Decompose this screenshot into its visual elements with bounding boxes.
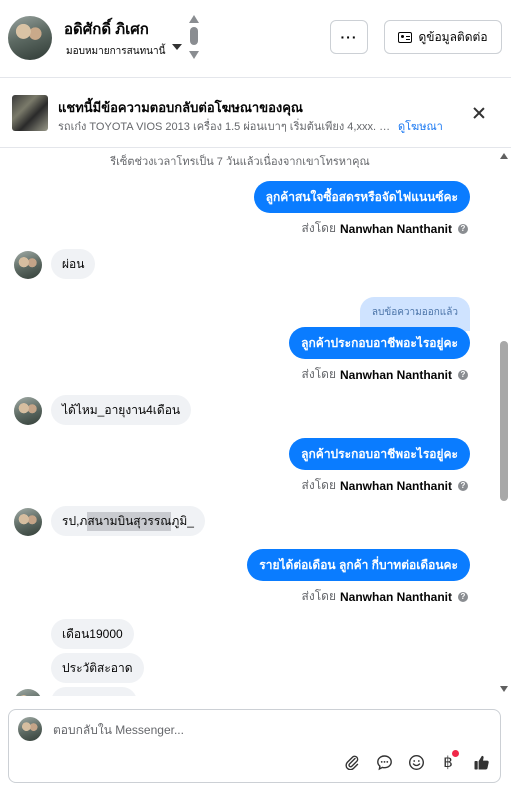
call-window-notice: รีเซ็ตช่วงเวลาโทรเป็น 7 วันแล้วเนื่องจาก… (110, 156, 370, 168)
outgoing-message[interactable]: ลูกค้าสนใจซื้อสดรหรือจัดไฟแนนซ์คะ (253, 181, 470, 213)
ad-thumbnail[interactable] (12, 95, 48, 131)
more-options-button[interactable]: ··· (330, 20, 368, 54)
deleted-message-bubble: ลบข้อความออกแล้ว (359, 297, 470, 331)
message-scrollbar[interactable] (497, 149, 511, 696)
scrollbar-thumb[interactable] (500, 341, 508, 501)
ad-description: รถเก๋ง TOYOTA VIOS 2013 เครื่อง 1.5 ผ่อน… (58, 121, 393, 133)
contact-avatar-small[interactable] (14, 508, 42, 536)
contact-avatar[interactable] (8, 16, 52, 60)
page-avatar (18, 717, 42, 741)
assign-dropdown-caret-icon[interactable] (172, 44, 182, 50)
view-contact-info-label: ดูข้อมูลติดต่อ (418, 29, 488, 44)
previous-conversation-icon[interactable] (189, 15, 199, 23)
info-icon[interactable]: ? (458, 369, 468, 380)
sent-by-label: ส่งโดย Nanwhan Nanthanit ? (302, 219, 468, 238)
sent-by-prefix: ส่งโดย (301, 478, 336, 492)
nav-scroll-handle[interactable] (190, 27, 198, 45)
info-icon[interactable]: ? (458, 223, 468, 234)
conversation-header: อดิศักดิ์ ภิเศก มอบหมายการสนทนานี้ ··· ด… (0, 0, 511, 78)
baht-icon[interactable]: ฿ (438, 750, 459, 772)
incoming-message[interactable]: เดือน19000 (51, 619, 134, 649)
scroll-up-icon[interactable] (500, 153, 508, 159)
sender-name: Nanwhan Nanthanit (339, 221, 452, 236)
notification-dot (452, 750, 459, 757)
incoming-message[interactable]: รป,ภ สนามบินสุวรรณ ภูมิ_ (51, 506, 205, 536)
sent-by-label: ส่งโดย Nanwhan Nanthanit ? (302, 587, 468, 606)
ad-banner-title: แชทนี้มีข้อความตอบกลับต่อโฆษณาของคุณ (58, 100, 303, 115)
incoming-message[interactable]: ประวัติสะอาด (51, 653, 144, 683)
outgoing-message[interactable]: รายได้ต่อเดือน ลูกค้า กี่บาทต่อเดือนคะ (247, 549, 470, 581)
next-conversation-icon[interactable] (189, 51, 199, 59)
contact-card-icon (398, 31, 413, 43)
outgoing-message[interactable]: ลูกค้าประกอบอาชีพอะไรอยู่คะ (289, 438, 470, 470)
contact-avatar-small[interactable] (14, 251, 42, 279)
sent-by-prefix: ส่งโดย (301, 367, 336, 381)
incoming-message[interactable]: ผ่อน (51, 249, 96, 279)
sent-by-prefix: ส่งโดย (301, 221, 336, 235)
message-thread[interactable]: รีเซ็ตช่วงเวลาโทรเป็น 7 วันแล้วเนื่องจาก… (0, 149, 511, 696)
info-icon[interactable]: ? (458, 591, 468, 602)
chat-bubble-icon[interactable] (374, 752, 394, 772)
sent-by-label: ส่งโดย Nanwhan Nanthanit ? (302, 476, 468, 495)
sender-name: Nanwhan Nanthanit (339, 478, 452, 493)
thumbs-up-icon[interactable] (471, 752, 491, 772)
conversation-nav-arrows[interactable] (188, 15, 200, 59)
highlighted-text: สนามบินสุวรรณ (87, 511, 172, 531)
assign-conversation-label[interactable]: มอบหมายการสนทนานี้ (66, 44, 165, 59)
sent-by-prefix: ส่งโดย (301, 589, 336, 603)
sender-name: Nanwhan Nanthanit (339, 589, 452, 604)
view-ad-link[interactable]: ดูโฆษณา (398, 117, 443, 135)
outgoing-message[interactable]: ลูกค้าประกอบอาชีพอะไรอยู่คะ (289, 327, 470, 359)
contact-name[interactable]: อดิศักดิ์ ภิเศก (64, 17, 149, 41)
contact-avatar-small[interactable] (14, 689, 42, 696)
ad-reply-banner: แชทนี้มีข้อความตอบกลับต่อโฆษณาของคุณ รถเ… (0, 79, 511, 148)
incoming-message-partial[interactable] (51, 687, 137, 696)
paperclip-icon[interactable] (342, 752, 362, 772)
sent-by-label: ส่งโดย Nanwhan Nanthanit ? (302, 365, 468, 384)
info-icon[interactable]: ? (458, 480, 468, 491)
reply-composer: ฿ (8, 709, 501, 783)
close-banner-icon[interactable] (469, 103, 489, 123)
contact-avatar-small[interactable] (14, 397, 42, 425)
view-contact-info-button[interactable]: ดูข้อมูลติดต่อ (384, 20, 502, 54)
incoming-message[interactable]: ได้ไหม_อายุงาน4เดือน (51, 395, 192, 425)
smiley-icon[interactable] (406, 752, 426, 772)
scroll-down-icon[interactable] (500, 686, 508, 692)
reply-input[interactable] (53, 720, 433, 740)
message-text-part: รป,ภ (62, 513, 88, 528)
message-text-part: ภูมิ_ (171, 513, 194, 528)
sender-name: Nanwhan Nanthanit (339, 367, 452, 382)
